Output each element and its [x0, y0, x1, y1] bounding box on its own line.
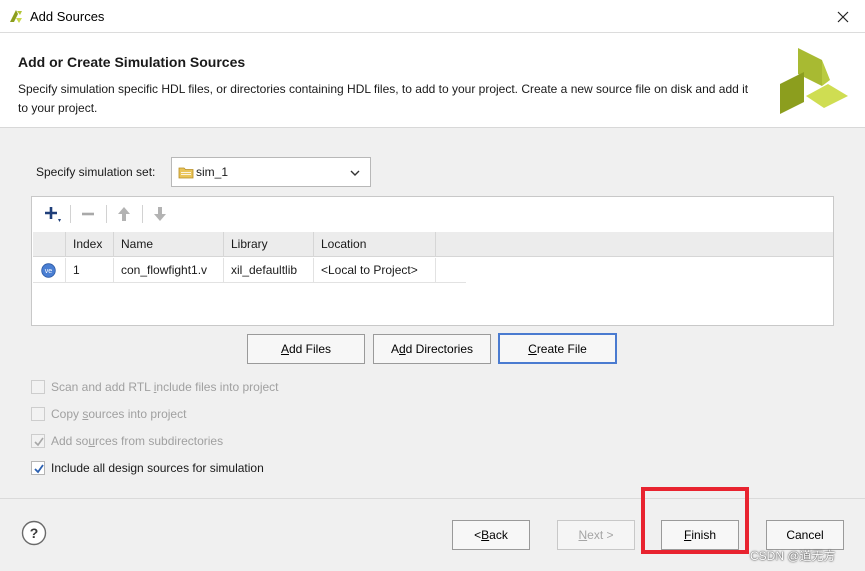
table-row[interactable]: ve 1 con_flowfight1.v xil_defaultlib <Lo…: [33, 258, 466, 283]
checkbox-checked[interactable]: [31, 434, 45, 448]
remove-source-button[interactable]: [76, 203, 100, 225]
option-scan-rtl-include[interactable]: Scan and add RTL include files into proj…: [31, 377, 279, 397]
move-down-button[interactable]: [148, 203, 172, 225]
plus-icon: [45, 207, 61, 222]
xilinx-logo: [780, 48, 848, 114]
verilog-file-icon: ve: [41, 263, 56, 278]
move-up-button[interactable]: [112, 203, 136, 225]
row-name: con_flowfight1.v: [114, 258, 224, 283]
option-label: Include all design sources for simulatio…: [51, 461, 264, 475]
close-icon: [837, 11, 849, 22]
checkbox-checked[interactable]: [31, 461, 45, 475]
add-source-button[interactable]: [40, 203, 64, 225]
row-index: 1: [66, 258, 114, 283]
button-label: Cancel: [786, 528, 824, 542]
close-button[interactable]: [821, 0, 865, 33]
button-label: A: [390, 342, 399, 356]
highlight-annotation-box: [641, 487, 749, 554]
option-label: Add sources from subdirectories: [51, 434, 224, 448]
mnemonic-key: A: [280, 342, 289, 356]
mnemonic-key: C: [528, 341, 537, 356]
mnemonic-key: B: [481, 528, 490, 542]
column-header-library[interactable]: Library: [224, 232, 314, 257]
option-label: Copy sources into project: [51, 407, 187, 421]
row-location: <Local to Project>: [314, 258, 436, 283]
back-button[interactable]: < Back: [452, 520, 530, 550]
checkmark-icon: [34, 464, 44, 474]
page-description: Specify simulation specific HDL files, o…: [18, 82, 749, 115]
watermark-text: CSDN @道无方: [750, 549, 836, 563]
vivado-icon: [10, 10, 22, 23]
wizard-header: Add or Create Simulation Sources Specify…: [0, 33, 865, 128]
mnemonic-key: d: [398, 342, 406, 356]
add-directories-button[interactable]: Add Directories: [373, 334, 491, 364]
checkbox-unchecked[interactable]: [31, 380, 45, 394]
folder-icon: [178, 167, 194, 179]
page-title: Add or Create Simulation Sources: [18, 54, 246, 70]
help-icon[interactable]: ?: [21, 520, 47, 546]
svg-text:?: ?: [30, 525, 39, 541]
simulation-set-label: Specify simulation set:: [36, 165, 156, 179]
sources-toolbar: [32, 197, 833, 231]
checkbox-unchecked[interactable]: [31, 407, 45, 421]
option-label: Scan and add RTL include files into proj…: [51, 380, 279, 394]
row-icon-cell: ve: [33, 258, 66, 283]
add-files-button[interactable]: Add Files: [247, 334, 365, 364]
option-add-subdirectories[interactable]: Add sources from subdirectories: [31, 431, 223, 451]
column-header-location[interactable]: Location: [314, 232, 436, 257]
button-label: reate File: [536, 341, 587, 356]
button-label: ack: [489, 528, 508, 542]
button-label: ext >: [587, 528, 614, 542]
minus-icon: [82, 212, 94, 216]
button-label: d Directories: [405, 342, 474, 356]
option-copy-sources[interactable]: Copy sources into project: [31, 404, 186, 424]
button-label: <: [474, 528, 482, 542]
simulation-set-dropdown[interactable]: sim_1: [171, 157, 371, 187]
column-header-name[interactable]: Name: [114, 232, 224, 257]
mnemonic-key: N: [578, 528, 588, 542]
sources-panel: Index Name Library Location ve 1 con_flo…: [31, 196, 834, 326]
column-icon: [33, 232, 66, 257]
toolbar-separator: [142, 205, 143, 223]
window-title: Add Sources: [30, 9, 105, 24]
create-file-button[interactable]: Create File: [498, 333, 617, 364]
arrow-up-icon: [118, 207, 130, 221]
toolbar-separator: [70, 205, 71, 223]
row-library: xil_defaultlib: [224, 258, 314, 283]
checkmark-icon: [34, 437, 44, 447]
cancel-button[interactable]: Cancel: [766, 520, 844, 550]
simulation-set-value: sim_1: [196, 165, 229, 179]
chevron-down-icon: [350, 170, 360, 176]
button-label: dd Files: [288, 342, 332, 356]
next-button[interactable]: Next >: [557, 520, 635, 550]
svg-text:ve: ve: [45, 268, 53, 275]
arrow-down-icon: [154, 207, 166, 221]
column-header-index[interactable]: Index: [66, 232, 114, 257]
option-include-design-sources[interactable]: Include all design sources for simulatio…: [31, 458, 264, 478]
toolbar-separator: [106, 205, 107, 223]
title-bar: Add Sources: [0, 0, 865, 33]
sources-table-header: Index Name Library Location: [33, 232, 833, 257]
